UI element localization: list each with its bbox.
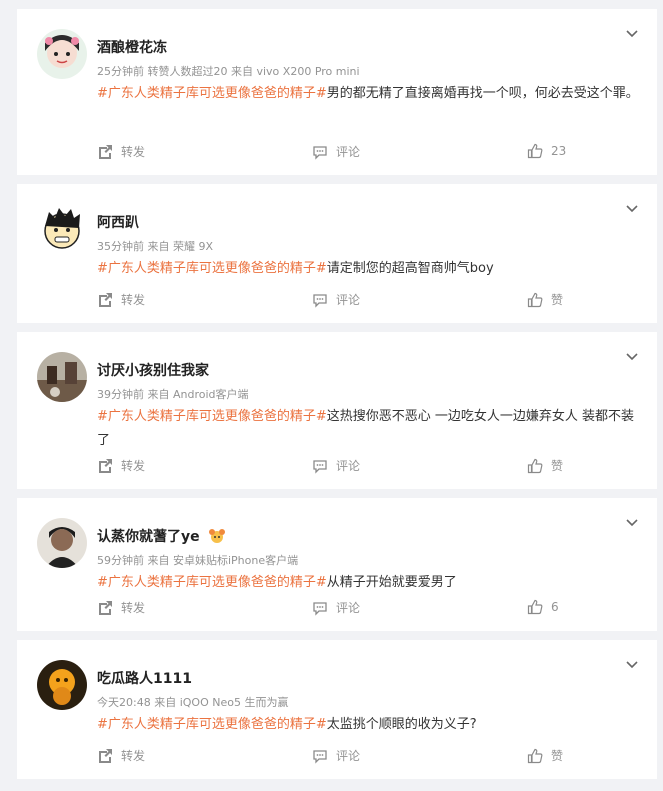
hashtag-link[interactable]: #广东人类精子库可选更像爸爸的精子# (97, 86, 327, 101)
comment-feed: 酒酿橙花冻 25分钟前 转赞人数超过20 来自 vivo X200 Pro mi… (0, 0, 663, 779)
repost-button[interactable]: 转发 (97, 599, 145, 616)
like-label: 赞 (551, 293, 564, 307)
post-meta: 今天20:48 来自 iQOO Neo5 生而为赢 (97, 696, 289, 709)
hashtag-link[interactable]: #广东人类精子库可选更像爸爸的精子# (97, 717, 327, 732)
post-meta: 35分钟前 来自 荣耀 9X (97, 240, 214, 253)
like-label: 赞 (551, 459, 564, 473)
repost-label: 转发 (121, 293, 146, 307)
comment-button[interactable]: 评论 (312, 747, 360, 764)
post-card: 酒酿橙花冻 25分钟前 转赞人数超过20 来自 vivo X200 Pro mi… (17, 9, 657, 175)
repost-icon (99, 144, 112, 159)
like-button[interactable]: 赞 (527, 747, 563, 764)
action-bar: 转发 评论 赞 (97, 747, 639, 765)
repost-button[interactable]: 转发 (97, 143, 145, 160)
hashtag-link[interactable]: #广东人类精子库可选更像爸爸的精子# (97, 409, 327, 424)
post-meta: 59分钟前 来自 安卓妹贴标iPhone客户端 (97, 554, 299, 567)
avatar[interactable] (37, 660, 87, 710)
post-text: #广东人类精子库可选更像爸爸的精子#这热搜你恶不恶心 一边吃女人一边嫌弃女人 装… (97, 405, 639, 453)
post-body: 请定制您的超高智商帅气boy (326, 261, 494, 276)
post-body: 太监挑个顺眼的收为义子? (326, 717, 477, 732)
comment-icon (313, 749, 327, 764)
action-bar: 转发 评论 23 (97, 143, 639, 161)
like-count: 23 (551, 144, 567, 158)
post-card: 阿西趴 35分钟前 来自 荣耀 9X #广东人类精子库可选更像爸爸的精子#请定制… (17, 184, 657, 323)
post-card: 讨厌小孩别住我家 39分钟前 来自 Android客户端 #广东人类精子库可选更… (17, 332, 657, 489)
repost-button[interactable]: 转发 (97, 457, 145, 474)
avatar[interactable] (37, 352, 87, 402)
comment-label: 评论 (336, 145, 361, 159)
post-card: 吃瓜路人1111 今天20:48 来自 iQOO Neo5 生而为赢 #广东人类… (17, 640, 657, 779)
repost-icon (99, 292, 112, 307)
chevron-down-icon[interactable] (625, 348, 639, 362)
action-bar: 转发 评论 6 (97, 599, 639, 617)
like-button[interactable]: 赞 (527, 291, 563, 308)
username[interactable]: 讨厌小孩别住我家 (97, 360, 209, 380)
comment-icon (313, 145, 327, 160)
chevron-down-icon[interactable] (625, 514, 639, 528)
comment-icon (313, 459, 327, 474)
comment-button[interactable]: 评论 (312, 457, 360, 474)
avatar[interactable] (37, 518, 87, 568)
username-text: 认蒸你就蓍了ye (97, 529, 200, 545)
like-button[interactable]: 赞 (527, 457, 563, 474)
post-meta: 39分钟前 来自 Android客户端 (97, 388, 249, 401)
comment-label: 评论 (336, 459, 361, 473)
avatar[interactable] (37, 29, 87, 79)
post-body: 从精子开始就要爱男了 (326, 575, 457, 590)
hashtag-link[interactable]: #广东人类精子库可选更像爸爸的精子# (97, 575, 327, 590)
like-button[interactable]: 6 (527, 599, 559, 615)
comment-button[interactable]: 评论 (312, 599, 360, 616)
username[interactable]: 认蒸你就蓍了ye (97, 526, 226, 548)
like-icon (527, 748, 543, 763)
chevron-down-icon[interactable] (625, 200, 639, 214)
repost-label: 转发 (121, 459, 146, 473)
repost-icon (99, 748, 112, 763)
hashtag-link[interactable]: #广东人类精子库可选更像爸爸的精子# (97, 261, 327, 276)
avatar[interactable] (37, 204, 87, 254)
repost-button[interactable]: 转发 (97, 291, 145, 308)
comment-icon (313, 601, 327, 616)
like-label: 赞 (551, 749, 564, 763)
repost-label: 转发 (121, 601, 146, 615)
comment-label: 评论 (336, 749, 361, 763)
like-button[interactable]: 23 (527, 143, 566, 159)
repost-icon (99, 458, 112, 473)
username[interactable]: 阿西趴 (97, 212, 139, 232)
chevron-down-icon[interactable] (625, 656, 639, 670)
username[interactable]: 吃瓜路人1111 (97, 668, 192, 688)
comment-label: 评论 (336, 293, 361, 307)
repost-label: 转发 (121, 749, 146, 763)
post-text: #广东人类精子库可选更像爸爸的精子#从精子开始就要爱男了 (97, 571, 639, 595)
chevron-down-icon[interactable] (625, 25, 639, 39)
like-icon (527, 143, 543, 159)
post-text: #广东人类精子库可选更像爸爸的精子#男的都无精了直接离婚再找一个呗，何必去受这个… (97, 82, 639, 106)
comment-button[interactable]: 评论 (312, 291, 360, 308)
like-icon (527, 292, 543, 307)
repost-button[interactable]: 转发 (97, 747, 145, 764)
post-card: 认蒸你就蓍了ye 59分钟前 来自 安卓妹贴标iPhone客户端 #广东人类精子… (17, 498, 657, 631)
post-meta: 25分钟前 转赞人数超过20 来自 vivo X200 Pro mini (97, 65, 360, 78)
comment-button[interactable]: 评论 (312, 143, 360, 160)
username[interactable]: 酒酿橙花冻 (97, 37, 167, 57)
action-bar: 转发 评论 赞 (97, 291, 639, 309)
repost-label: 转发 (121, 145, 146, 159)
badge-emoji-icon (208, 528, 226, 548)
post-text: #广东人类精子库可选更像爸爸的精子#太监挑个顺眼的收为义子? (97, 713, 639, 737)
like-icon (527, 458, 543, 473)
like-icon (527, 599, 543, 615)
repost-icon (99, 600, 112, 615)
comment-icon (313, 293, 327, 308)
post-body: 男的都无精了直接离婚再找一个呗，何必去受这个罪。 (326, 86, 639, 101)
like-count: 6 (551, 600, 559, 614)
comment-label: 评论 (336, 601, 361, 615)
post-text: #广东人类精子库可选更像爸爸的精子#请定制您的超高智商帅气boy (97, 257, 639, 281)
action-bar: 转发 评论 赞 (97, 457, 639, 475)
